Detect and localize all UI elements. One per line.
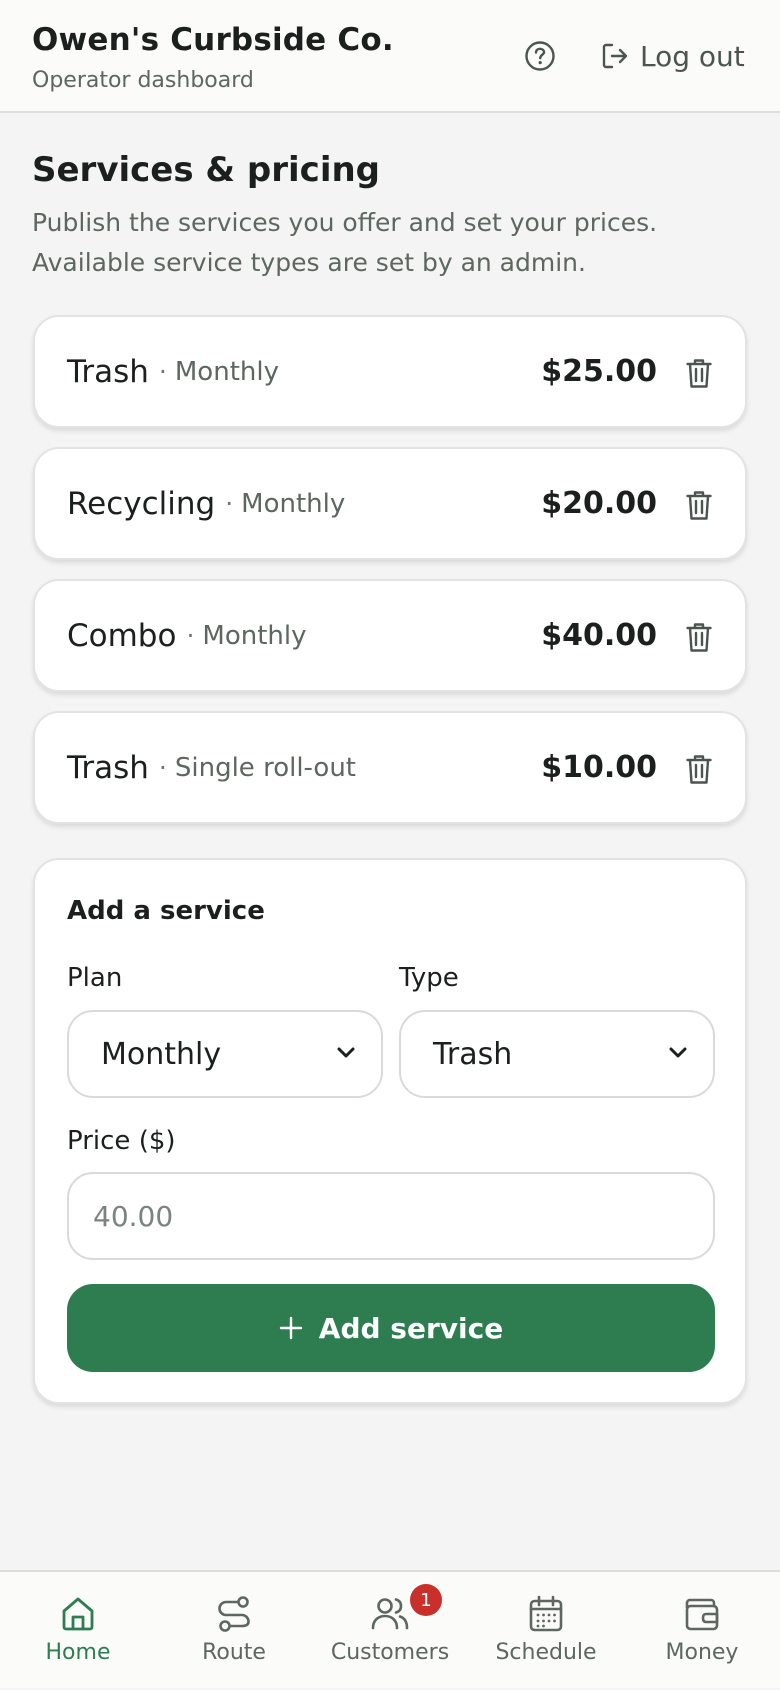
- service-price: $25.00: [541, 354, 657, 389]
- nav-item-customers[interactable]: 1 Customers: [312, 1572, 468, 1690]
- plus-icon: [279, 1316, 302, 1340]
- plan-select-value: Monthly: [101, 1036, 222, 1072]
- separator: ·: [158, 753, 167, 782]
- logout-button[interactable]: Log out: [600, 36, 745, 76]
- service-price: $10.00: [541, 750, 657, 785]
- service-type: Trash: [67, 353, 149, 390]
- help-button[interactable]: [524, 40, 556, 72]
- page-title: Services & pricing: [32, 150, 381, 190]
- trash-icon: [686, 491, 712, 520]
- plan-label: Plan: [67, 963, 123, 993]
- service-card: Recycling · Monthly $20.00: [33, 447, 747, 560]
- type-label: Type: [399, 963, 459, 993]
- delete-service-button[interactable]: [683, 487, 715, 523]
- page-description: Publish the services you offer and set y…: [32, 208, 658, 277]
- service-plan: Single roll-out: [174, 752, 356, 783]
- type-select-value: Trash: [433, 1036, 513, 1072]
- question-circle-icon: [525, 41, 555, 71]
- type-select[interactable]: Trash: [399, 1010, 715, 1098]
- service-price: $40.00: [541, 618, 657, 653]
- delete-service-button[interactable]: [683, 355, 715, 391]
- service-price: $20.00: [541, 486, 657, 521]
- nav-label-money: Money: [665, 1640, 739, 1665]
- add-service-button-label: Add service: [318, 1311, 504, 1345]
- add-service-card: Add a service Plan Type Monthly Trash Pr…: [33, 858, 747, 1404]
- logout-label: Log out: [640, 39, 745, 73]
- price-input[interactable]: [67, 1172, 715, 1260]
- chevron-down-icon: [669, 1047, 687, 1058]
- service-type: Trash: [67, 749, 149, 786]
- home-icon: [62, 1597, 94, 1631]
- chevron-down-icon: [337, 1047, 355, 1058]
- bottom-nav: Home Route 1 Customers Schedule Money: [0, 1570, 780, 1688]
- nav-label-home: Home: [45, 1640, 111, 1665]
- delete-service-button[interactable]: [683, 619, 715, 655]
- service-type: Recycling: [67, 485, 216, 522]
- nav-item-home[interactable]: Home: [0, 1572, 156, 1690]
- add-service-title: Add a service: [67, 896, 265, 926]
- app-header: Owen's Curbside Co. Operator dashboard L…: [0, 0, 780, 113]
- service-card: Trash · Single roll-out $10.00: [33, 711, 747, 824]
- separator: ·: [225, 489, 234, 518]
- trash-icon: [686, 623, 712, 652]
- service-plan: Monthly: [241, 488, 346, 519]
- business-name: Owen's Curbside Co.: [32, 22, 394, 58]
- service-plan: Monthly: [174, 356, 279, 387]
- notification-badge: 1: [410, 1584, 442, 1616]
- logout-icon: [602, 43, 628, 69]
- plan-select[interactable]: Monthly: [67, 1010, 383, 1098]
- service-card: Combo · Monthly $40.00: [33, 579, 747, 692]
- service-type: Combo: [67, 617, 177, 654]
- nav-item-money[interactable]: Money: [624, 1572, 780, 1690]
- brand: Owen's Curbside Co. Operator dashboard: [32, 22, 394, 93]
- users-icon: [371, 1598, 409, 1630]
- trash-icon: [686, 755, 712, 784]
- add-service-button[interactable]: Add service: [67, 1284, 715, 1372]
- nav-label-schedule: Schedule: [495, 1640, 597, 1665]
- service-plan: Monthly: [202, 620, 307, 651]
- route-icon: [218, 1596, 250, 1632]
- service-card: Trash · Monthly $25.00: [33, 315, 747, 428]
- separator: ·: [158, 357, 167, 386]
- dashboard-subtitle: Operator dashboard: [32, 68, 254, 93]
- nav-item-schedule[interactable]: Schedule: [468, 1572, 624, 1690]
- calendar-icon: [529, 1595, 563, 1632]
- price-label: Price ($): [67, 1126, 176, 1156]
- separator: ·: [186, 621, 195, 650]
- delete-service-button[interactable]: [683, 751, 715, 787]
- nav-label-route: Route: [202, 1640, 266, 1665]
- wallet-icon: [685, 1598, 719, 1631]
- nav-item-route[interactable]: Route: [156, 1572, 312, 1690]
- nav-label-customers: Customers: [330, 1640, 450, 1665]
- trash-icon: [686, 359, 712, 388]
